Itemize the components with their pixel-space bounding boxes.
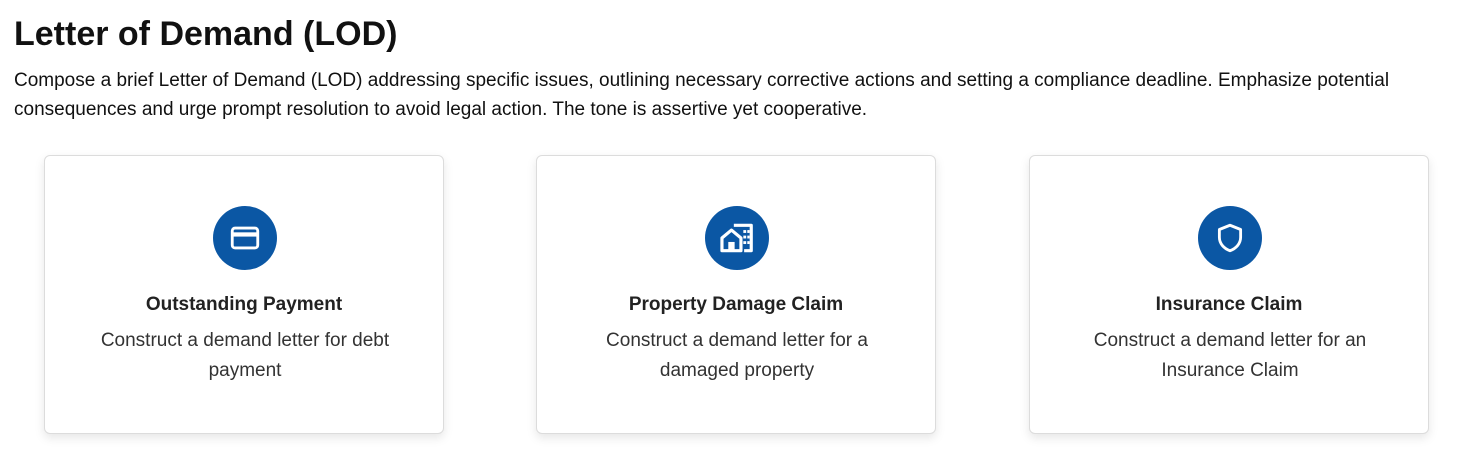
card-title: Outstanding Payment	[145, 294, 343, 315]
card-title: Property Damage Claim	[628, 294, 844, 315]
page-description: Compose a brief Letter of Demand (LOD) a…	[14, 70, 1390, 120]
card-outstanding-payment[interactable]: Outstanding Payment Construct a demand l…	[44, 155, 444, 434]
building-house-icon	[705, 206, 769, 270]
page: Letter of Demand (LOD) Compose a brief L…	[0, 0, 1475, 455]
card-description: Construct a demand letter for a damaged …	[606, 330, 868, 381]
credit-card-icon	[213, 206, 277, 270]
card-description: Construct a demand letter for an Insuran…	[1093, 330, 1367, 381]
page-title: Letter of Demand (LOD)	[14, 15, 398, 53]
card-insurance-claim[interactable]: Insurance Claim Construct a demand lette…	[1029, 155, 1429, 434]
card-title: Insurance Claim	[1155, 294, 1303, 315]
card-description: Construct a demand letter for debt payme…	[100, 330, 390, 381]
shield-icon	[1198, 206, 1262, 270]
card-property-damage-claim[interactable]: Property Damage Claim Construct a demand…	[536, 155, 936, 434]
